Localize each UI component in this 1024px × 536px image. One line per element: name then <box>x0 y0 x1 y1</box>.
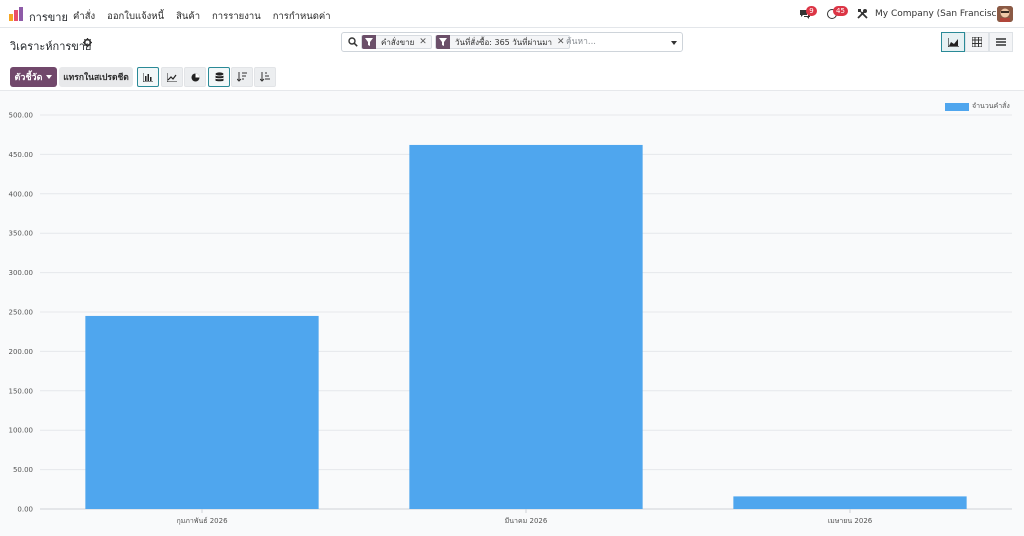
bar-chart: 0.00 50.00 100.00 150.00 200.00 250.00 300.00 3… <box>9 112 1012 525</box>
x-tick-label: มีนาคม 2026 <box>505 517 548 525</box>
y-tick-label: 150.00 <box>9 387 34 395</box>
y-tick-label: 350.00 <box>9 230 34 238</box>
y-tick-label: 300.00 <box>9 269 34 277</box>
bar[interactable] <box>733 496 967 509</box>
y-tick-label: 250.00 <box>9 309 34 317</box>
y-tick-label: 200.00 <box>9 348 34 356</box>
y-tick-label: 0.00 <box>17 506 33 514</box>
bar[interactable] <box>409 144 643 509</box>
y-tick-label: 100.00 <box>9 427 34 435</box>
x-tick-label: กุมภาพันธ์ 2026 <box>176 517 228 525</box>
bar[interactable] <box>85 315 319 509</box>
y-tick-label: 400.00 <box>9 190 34 198</box>
y-tick-label: 500.00 <box>9 112 34 120</box>
y-tick-label: 450.00 <box>9 151 34 159</box>
y-tick-label: 50.00 <box>13 466 33 474</box>
x-tick-label: เมษายน 2026 <box>828 517 873 525</box>
